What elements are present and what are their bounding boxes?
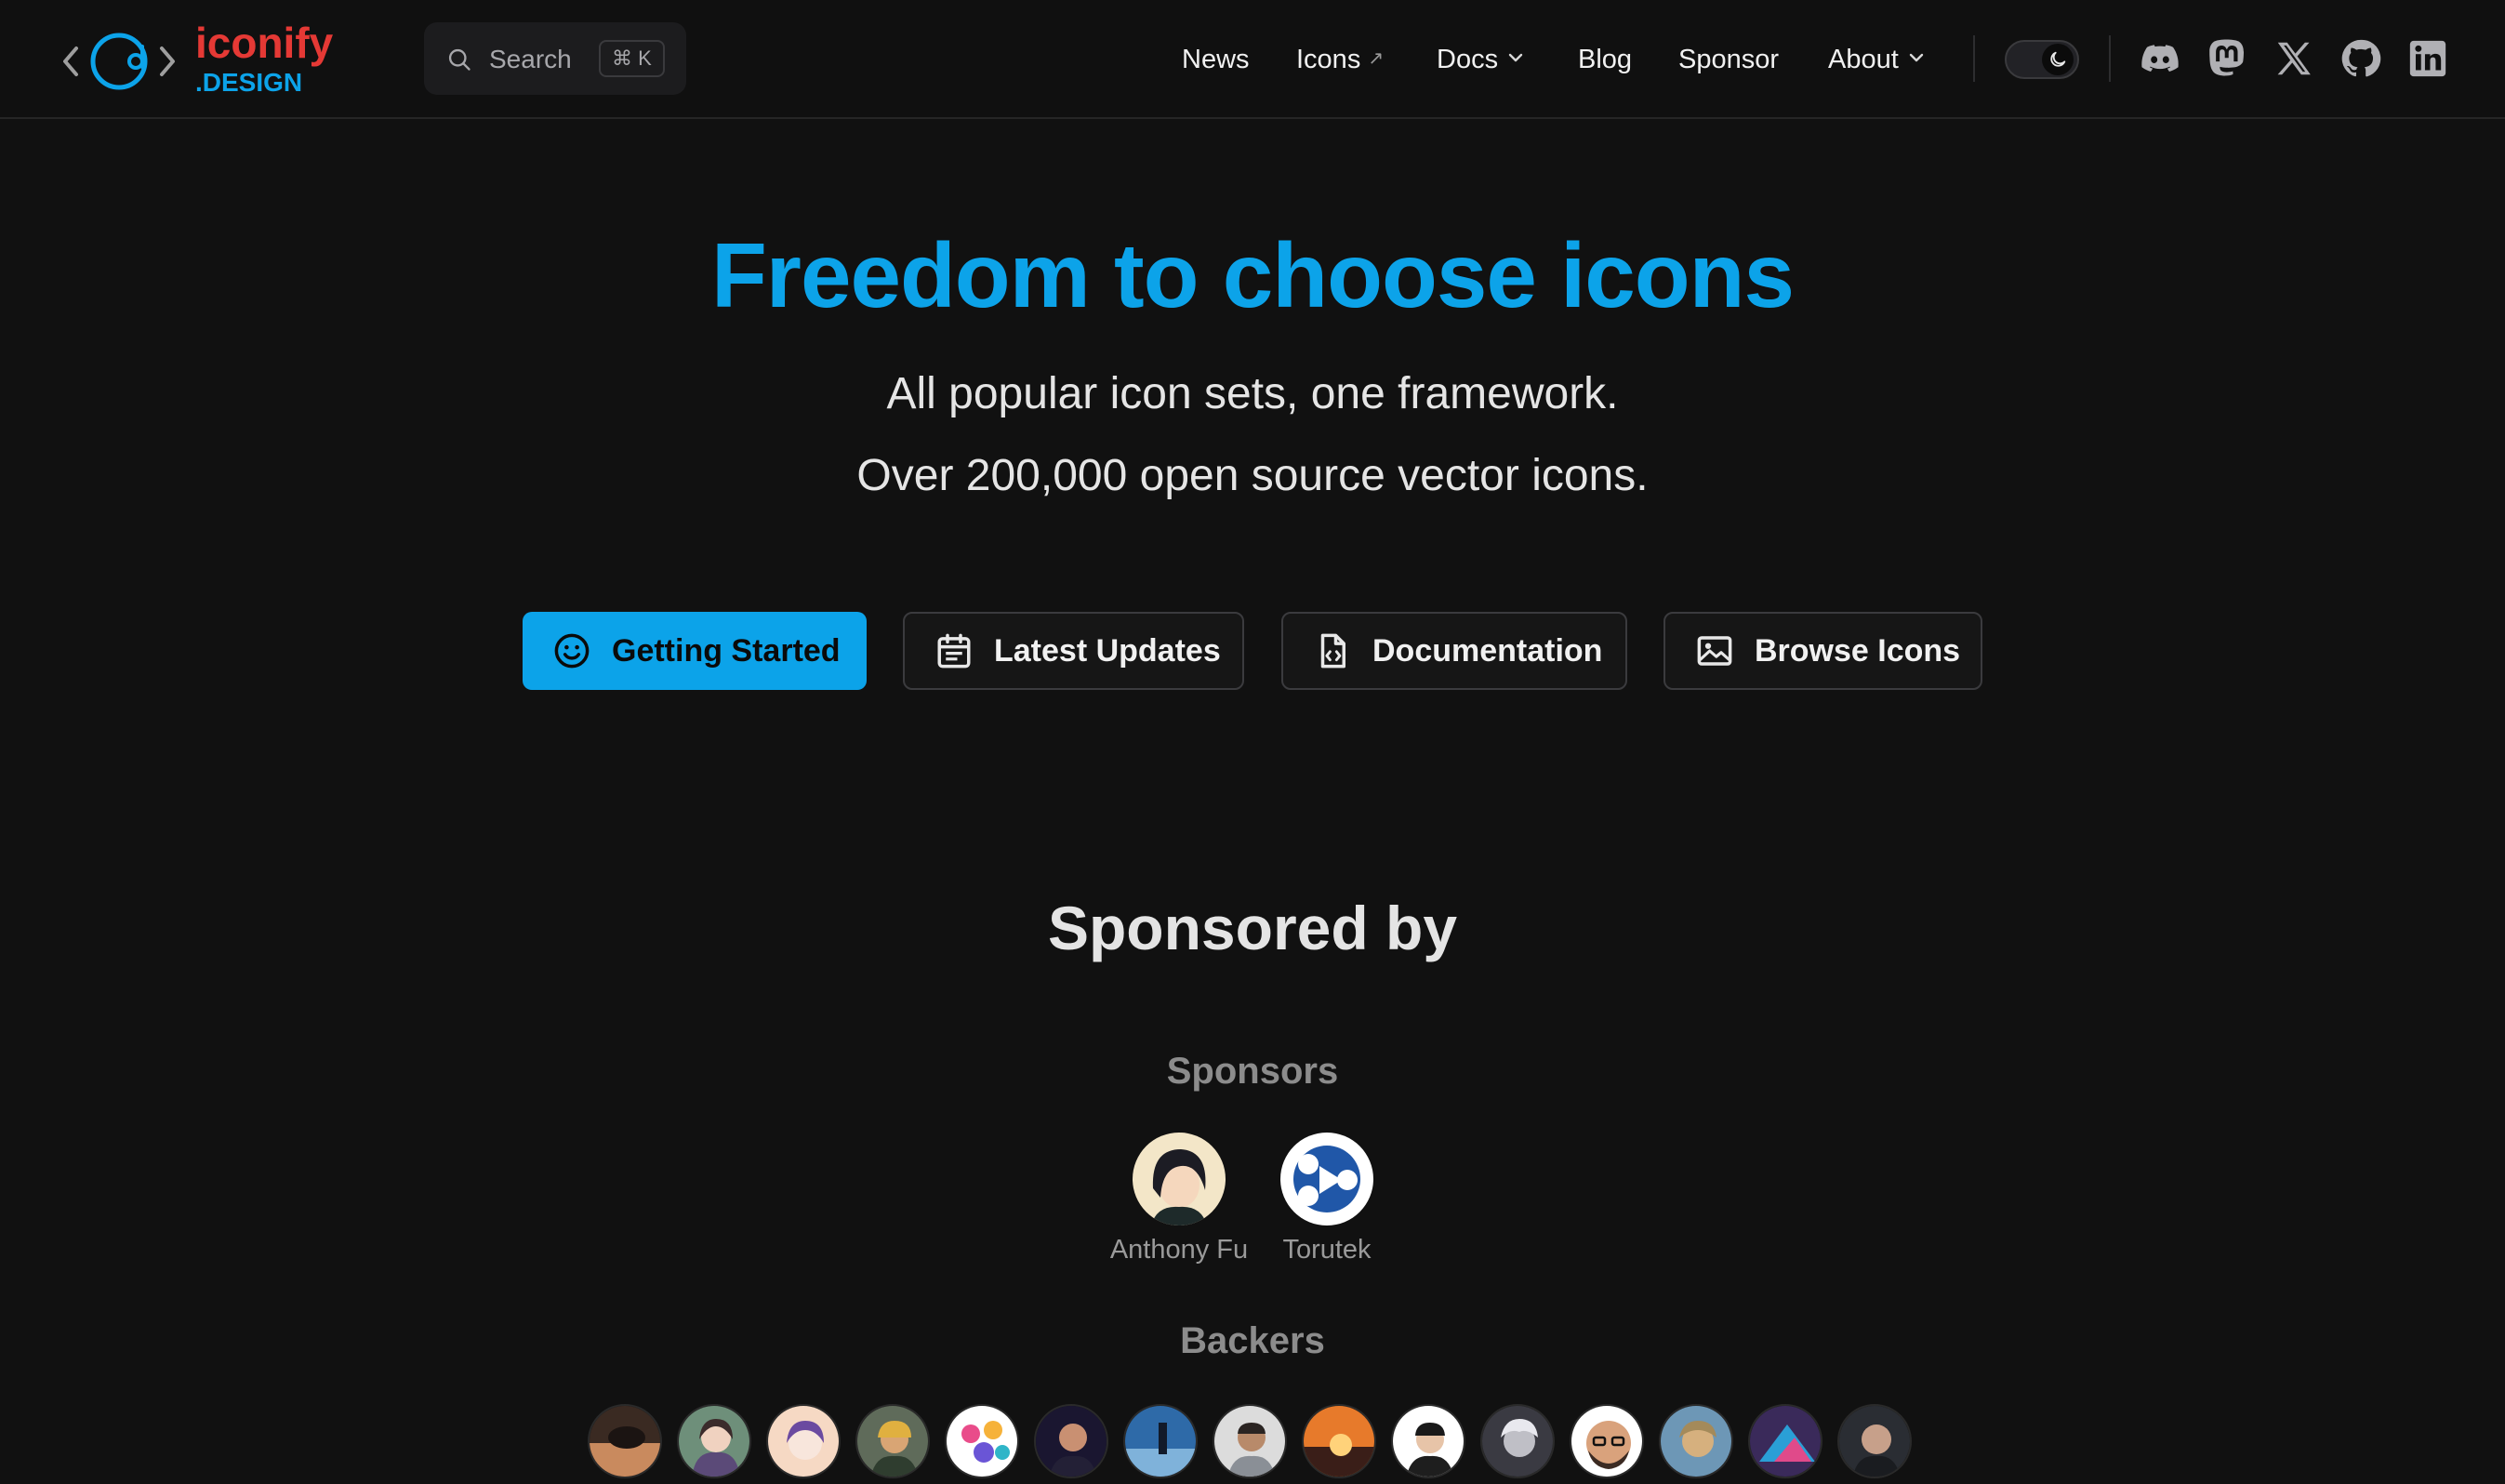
backer-avatar-image	[1661, 1406, 1731, 1477]
backer-avatar[interactable]	[1480, 1404, 1555, 1478]
x-glyph	[2277, 42, 2311, 75]
backers-heading: Backers	[1180, 1320, 1325, 1361]
nav-blog-label: Blog	[1578, 45, 1633, 74]
nav-divider	[2109, 35, 2111, 82]
browse-icons-label: Browse Icons	[1755, 632, 1961, 669]
getting-started-label: Getting Started	[612, 632, 841, 669]
mastodon-icon[interactable]	[2206, 37, 2248, 80]
backer-avatar-image	[1750, 1406, 1821, 1477]
theme-knob	[2042, 44, 2074, 75]
search-icon	[448, 48, 471, 71]
logo-wordmark-bottom: .DESIGN	[195, 68, 302, 97]
nav-sponsor[interactable]: Sponsor	[1678, 41, 1779, 78]
backer-avatar-image	[1571, 1406, 1642, 1477]
backer-avatar-image	[679, 1406, 749, 1477]
backer-avatar-image	[768, 1406, 839, 1477]
document-code-icon	[1320, 633, 1345, 669]
documentation-button[interactable]: Documentation	[1281, 612, 1627, 690]
nav-divider	[1973, 35, 1975, 82]
top-navbar: iconify .DESIGN Search ⌘ K News Icons ↗ D…	[0, 0, 2505, 119]
avatar	[1133, 1133, 1226, 1226]
backer-avatar[interactable]	[1391, 1404, 1465, 1478]
sponsors-heading: Sponsors	[1166, 1051, 1339, 1092]
latest-updates-button[interactable]: Latest Updates	[903, 612, 1244, 690]
sponsored-by-heading: Sponsored by	[1047, 894, 1458, 962]
image-icon	[1697, 636, 1732, 666]
backer-avatar-image	[1839, 1406, 1910, 1477]
chevron-down-icon	[1909, 53, 1923, 62]
mastodon-glyph	[2209, 39, 2245, 76]
backer-avatar[interactable]	[1570, 1404, 1644, 1478]
nav-docs[interactable]: Docs	[1437, 41, 1524, 78]
backer-avatar-image	[857, 1406, 928, 1477]
chevron-down-icon	[1508, 53, 1523, 62]
backer-avatar-image	[1393, 1406, 1464, 1477]
github-glyph	[2341, 39, 2381, 77]
hero-title: Freedom to choose icons	[710, 224, 1795, 326]
x-icon[interactable]	[2273, 37, 2315, 80]
backer-avatar-image	[1214, 1406, 1285, 1477]
avatar	[1280, 1133, 1373, 1226]
backer-avatar[interactable]	[588, 1404, 662, 1478]
backer-avatar[interactable]	[766, 1404, 841, 1478]
nav-about-label: About	[1828, 45, 1899, 74]
smiley-icon	[554, 633, 590, 669]
iconify-logo[interactable]: iconify .DESIGN	[56, 20, 372, 99]
nav-about[interactable]: About	[1828, 41, 1925, 78]
backer-avatar-image	[1304, 1406, 1374, 1477]
backer-avatar[interactable]	[1034, 1404, 1108, 1478]
nav-icons[interactable]: Icons ↗	[1296, 41, 1384, 78]
backer-avatar-image	[1482, 1406, 1553, 1477]
theme-toggle[interactable]	[2005, 40, 2079, 79]
backer-avatar-image	[947, 1406, 1017, 1477]
search-button[interactable]: Search ⌘ K	[424, 22, 686, 95]
nav-blog[interactable]: Blog	[1578, 41, 1632, 78]
latest-updates-label: Latest Updates	[994, 632, 1221, 669]
backer-avatar[interactable]	[1123, 1404, 1198, 1478]
discord-icon[interactable]	[2139, 37, 2181, 80]
backer-avatar[interactable]	[1748, 1404, 1822, 1478]
backer-avatar[interactable]	[945, 1404, 1019, 1478]
nav-icons-label: Icons	[1296, 45, 1361, 74]
backer-avatar-image	[590, 1406, 660, 1477]
sponsor-torutek[interactable]: Torutek	[1234, 1133, 1420, 1265]
linkedin-glyph	[2409, 40, 2446, 77]
backer-avatar-image	[1036, 1406, 1107, 1477]
discord-glyph	[2141, 45, 2179, 72]
backer-avatar[interactable]	[1302, 1404, 1376, 1478]
getting-started-button[interactable]: Getting Started	[523, 612, 867, 690]
documentation-label: Documentation	[1372, 632, 1603, 669]
sponsor-avatar-image	[1133, 1133, 1226, 1226]
nav-sponsor-label: Sponsor	[1678, 45, 1780, 74]
nav-docs-label: Docs	[1437, 45, 1499, 74]
search-shortcut-badge: ⌘ K	[599, 40, 665, 77]
backer-avatar[interactable]	[1659, 1404, 1733, 1478]
calendar-icon	[937, 633, 971, 669]
backer-avatar[interactable]	[855, 1404, 930, 1478]
search-label: Search	[489, 45, 572, 73]
nav-news[interactable]: News	[1182, 41, 1250, 78]
hero-subtitle-count: Over 200,000 open source vector icons.	[856, 451, 1649, 500]
linkedin-icon[interactable]	[2406, 37, 2449, 80]
sponsor-name: Torutek	[1282, 1235, 1372, 1265]
external-link-icon: ↗	[1368, 48, 1385, 69]
moon-icon	[2050, 51, 2066, 67]
logo-wordmark-top: iconify	[195, 20, 334, 67]
backer-avatar[interactable]	[1837, 1404, 1912, 1478]
hero-subtitle: All popular icon sets, one framework.	[886, 369, 1619, 418]
backer-avatar[interactable]	[1213, 1404, 1287, 1478]
iconify-logo-mark: iconify .DESIGN	[63, 20, 334, 97]
github-icon[interactable]	[2339, 37, 2382, 80]
nav-news-label: News	[1182, 45, 1250, 74]
sponsor-avatar-image	[1280, 1133, 1373, 1226]
backer-avatar-image	[1125, 1406, 1196, 1477]
browse-icons-button[interactable]: Browse Icons	[1663, 612, 1982, 690]
backers-list	[588, 1404, 1917, 1478]
backer-avatar[interactable]	[677, 1404, 751, 1478]
